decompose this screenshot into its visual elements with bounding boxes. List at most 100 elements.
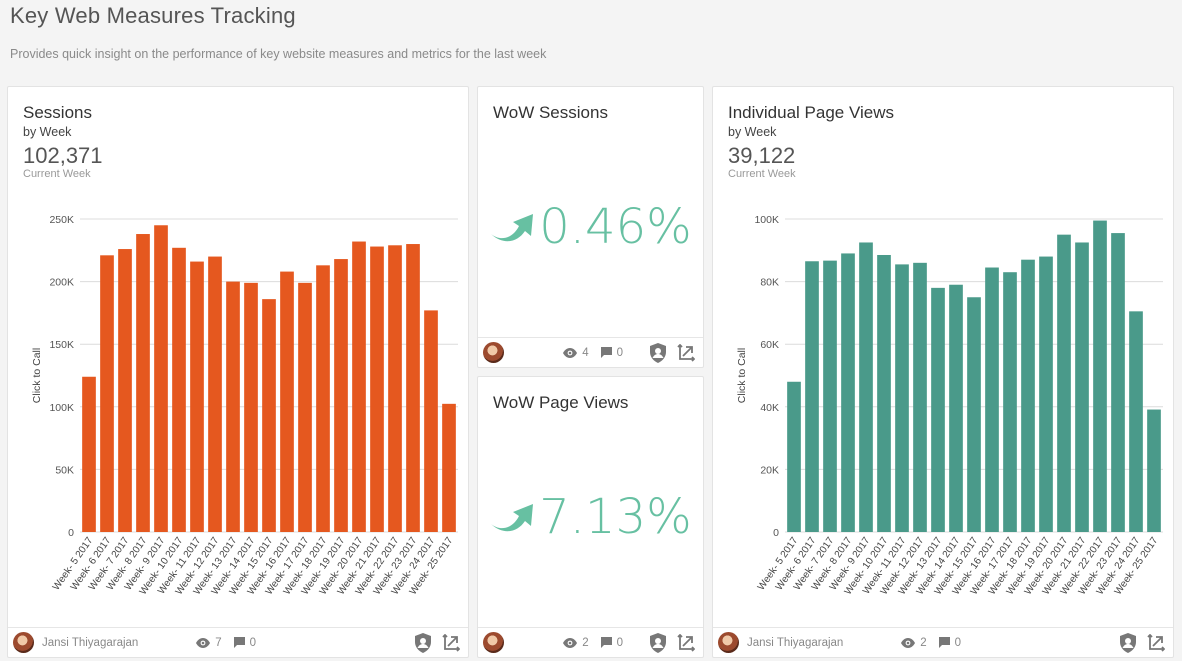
card-title[interactable]: WoW Sessions bbox=[493, 103, 608, 123]
views-stat: 2 bbox=[563, 636, 589, 649]
avatar[interactable] bbox=[718, 632, 739, 653]
bar[interactable] bbox=[262, 299, 276, 532]
bar[interactable] bbox=[805, 261, 819, 532]
y-tick-label: 0 bbox=[773, 527, 779, 539]
avatar[interactable] bbox=[483, 342, 504, 363]
y-axis-label: Click to Call bbox=[736, 348, 748, 403]
bar[interactable] bbox=[859, 242, 873, 532]
bar[interactable] bbox=[877, 254, 891, 532]
y-tick-label: 60K bbox=[760, 339, 779, 351]
bar[interactable] bbox=[1147, 409, 1161, 532]
bar[interactable] bbox=[388, 245, 402, 532]
bar[interactable] bbox=[82, 376, 96, 532]
resize-arrows-icon[interactable] bbox=[1145, 632, 1167, 654]
eye-icon bbox=[563, 637, 578, 648]
card-subtitle: by Week bbox=[728, 125, 777, 139]
y-tick-label: 200K bbox=[49, 277, 74, 289]
bar[interactable] bbox=[208, 256, 222, 532]
comments-count: 0 bbox=[249, 636, 256, 649]
wow-pageviews-card[interactable]: WoW Page Views 7.13% 2 0 bbox=[477, 376, 704, 658]
trend-up-arrow-icon bbox=[491, 504, 534, 532]
comments-stat[interactable]: 0 bbox=[600, 346, 623, 359]
bar[interactable] bbox=[442, 403, 456, 532]
pageviews-card[interactable]: Individual Page Views by Week 39,122 Cur… bbox=[712, 86, 1174, 658]
bar[interactable] bbox=[190, 261, 204, 532]
bar[interactable] bbox=[352, 241, 366, 532]
bar[interactable] bbox=[1057, 234, 1071, 532]
bar[interactable] bbox=[1003, 272, 1017, 532]
bar[interactable] bbox=[1111, 233, 1125, 532]
y-tick-label: 80K bbox=[760, 277, 779, 289]
bar[interactable] bbox=[895, 264, 909, 532]
bar[interactable] bbox=[931, 287, 945, 532]
eye-icon bbox=[563, 347, 578, 358]
shield-user-icon[interactable] bbox=[412, 632, 434, 654]
bar[interactable] bbox=[787, 381, 801, 532]
bar[interactable] bbox=[136, 234, 150, 533]
bar[interactable] bbox=[949, 284, 963, 532]
bar[interactable] bbox=[334, 259, 348, 532]
current-value: 39,122 bbox=[728, 143, 796, 168]
bar[interactable] bbox=[985, 267, 999, 532]
bar[interactable] bbox=[1093, 220, 1107, 532]
card-subtitle: by Week bbox=[23, 125, 72, 139]
sessions-bar-chart[interactable]: 050K100K150K200K250KClick to CallWeek- 5… bbox=[8, 197, 470, 627]
bar[interactable] bbox=[967, 297, 981, 532]
resize-arrows-icon[interactable] bbox=[675, 342, 697, 364]
resize-arrows-icon[interactable] bbox=[440, 632, 462, 654]
bar[interactable] bbox=[1075, 242, 1089, 532]
wow-sessions-card[interactable]: WoW Sessions 0.46% 4 0 bbox=[477, 86, 704, 368]
bar[interactable] bbox=[154, 225, 168, 532]
bar[interactable] bbox=[823, 260, 837, 532]
kpi-display: 0.46% bbox=[478, 199, 703, 255]
comments-count: 0 bbox=[954, 636, 961, 649]
y-axis-label: Click to Call bbox=[31, 348, 43, 403]
bar[interactable] bbox=[280, 271, 294, 532]
card-title[interactable]: Individual Page Views bbox=[728, 103, 894, 123]
bar[interactable] bbox=[913, 262, 927, 532]
bar[interactable] bbox=[100, 255, 114, 533]
comments-stat[interactable]: 0 bbox=[600, 637, 623, 649]
author-name[interactable]: Jansi Thiyagarajan bbox=[42, 637, 138, 649]
views-stat: 2 bbox=[901, 637, 927, 649]
sessions-card[interactable]: Sessions by Week 102,371 Current Week 0 5… bbox=[7, 86, 469, 658]
current-value: 102,371 bbox=[23, 143, 103, 168]
card-title[interactable]: Sessions bbox=[23, 103, 92, 123]
comment-icon bbox=[233, 637, 245, 648]
kpi-value: 7.13% bbox=[539, 489, 692, 545]
comment-icon bbox=[600, 637, 612, 648]
bar[interactable] bbox=[118, 249, 132, 532]
pageviews-bar-chart[interactable]: 020K40K60K80K100KClick to CallWeek- 5 20… bbox=[713, 197, 1175, 627]
bar[interactable] bbox=[1039, 256, 1053, 532]
page-title: Key Web Measures Tracking bbox=[10, 3, 296, 28]
avatar[interactable] bbox=[483, 632, 504, 653]
comment-icon bbox=[600, 347, 612, 358]
author-name[interactable]: Jansi Thiyagarajan bbox=[747, 637, 843, 649]
bar[interactable] bbox=[244, 282, 258, 532]
bar[interactable] bbox=[226, 281, 240, 532]
card-title[interactable]: WoW Page Views bbox=[493, 393, 628, 413]
bar[interactable] bbox=[1129, 311, 1143, 532]
bar[interactable] bbox=[370, 246, 384, 532]
bar[interactable] bbox=[172, 247, 186, 532]
views-count: 4 bbox=[582, 346, 589, 359]
bar[interactable] bbox=[841, 253, 855, 532]
bar[interactable] bbox=[298, 282, 312, 532]
avatar[interactable] bbox=[13, 632, 34, 653]
bar[interactable] bbox=[424, 310, 438, 532]
views-count: 2 bbox=[582, 636, 589, 649]
shield-user-icon[interactable] bbox=[1117, 632, 1139, 654]
bar[interactable] bbox=[316, 265, 330, 532]
kpi-display: 7.13% bbox=[478, 489, 703, 545]
resize-arrows-icon[interactable] bbox=[675, 632, 697, 654]
comments-count: 0 bbox=[616, 346, 623, 359]
comments-stat[interactable]: 0 bbox=[233, 636, 256, 649]
bar[interactable] bbox=[1021, 259, 1035, 532]
shield-user-icon[interactable] bbox=[647, 342, 669, 364]
bar[interactable] bbox=[406, 244, 420, 532]
shield-user-icon[interactable] bbox=[647, 632, 669, 654]
comments-stat[interactable]: 0 bbox=[938, 636, 961, 649]
views-stat: 4 bbox=[563, 346, 589, 359]
y-tick-label: 100K bbox=[754, 214, 779, 226]
card-footer: Jansi Thiyagarajan 7 0 bbox=[8, 627, 468, 657]
